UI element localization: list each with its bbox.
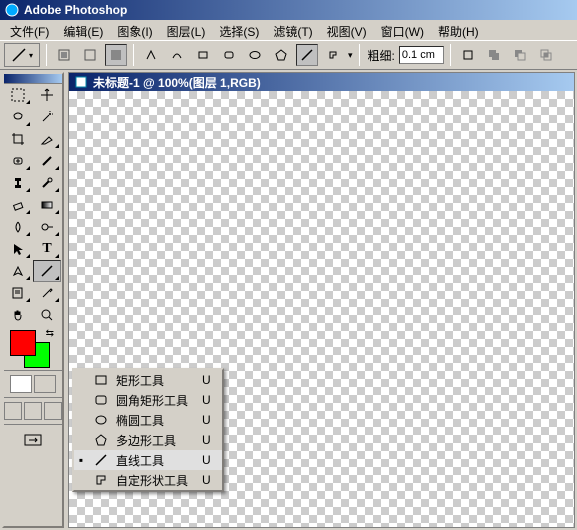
flyout-item-rounded-rectangle[interactable]: 圆角矩形工具 U <box>74 390 222 410</box>
slice-tool[interactable] <box>33 128 61 150</box>
rounded-rect-icon[interactable] <box>218 44 240 66</box>
document-title: 未标题-1 @ 100%(图层 1,RGB) <box>93 74 261 91</box>
line-icon <box>92 453 110 467</box>
menu-select[interactable]: 选择(S) <box>213 22 265 38</box>
flyout-item-rectangle[interactable]: 矩形工具 U <box>74 370 222 390</box>
jump-to-imageready-icon[interactable] <box>19 429 47 451</box>
screen-full-icon[interactable] <box>44 402 62 420</box>
menu-edit[interactable]: 编辑(E) <box>57 22 109 38</box>
shape-layers-icon[interactable] <box>53 44 75 66</box>
options-bar: ▾ ▾ 粗细: <box>0 40 577 70</box>
polygon-icon <box>92 433 110 447</box>
pen-tool[interactable] <box>4 260 32 282</box>
separator <box>359 44 360 66</box>
screen-fullmenu-icon[interactable] <box>24 402 42 420</box>
crop-tool[interactable] <box>4 128 32 150</box>
menu-layer[interactable]: 图层(L) <box>161 22 212 38</box>
rectangle-icon[interactable] <box>192 44 214 66</box>
eraser-tool[interactable] <box>4 194 32 216</box>
rectangle-icon <box>92 373 110 387</box>
eyedropper-tool[interactable] <box>33 282 61 304</box>
flyout-item-line[interactable]: ▪ 直线工具 U <box>74 450 222 470</box>
line-icon[interactable] <box>296 44 318 66</box>
move-tool[interactable] <box>33 84 61 106</box>
dodge-tool[interactable] <box>33 216 61 238</box>
color-picker-area: ⇆ <box>4 326 62 370</box>
freeform-pen-icon[interactable] <box>166 44 188 66</box>
history-brush-tool[interactable] <box>33 172 61 194</box>
main-area: T ⇆ 未标题 <box>0 70 577 530</box>
title-bar: Adobe Photoshop <box>0 0 577 20</box>
foreground-color[interactable] <box>10 330 36 356</box>
paths-icon[interactable] <box>79 44 101 66</box>
ellipse-icon[interactable] <box>244 44 266 66</box>
menu-bar: 文件(F) 编辑(E) 图象(I) 图层(L) 选择(S) 滤镜(T) 视图(V… <box>0 20 577 40</box>
quickmask-mode-icon[interactable] <box>34 375 56 393</box>
tool-preset-picker[interactable]: ▾ <box>4 43 40 67</box>
marquee-tool[interactable] <box>4 84 32 106</box>
weight-label: 粗细: <box>368 47 395 64</box>
type-tool[interactable]: T <box>33 238 61 260</box>
zoom-tool[interactable] <box>33 304 61 326</box>
mode-intersect-icon[interactable] <box>535 44 557 66</box>
selected-mark-icon: ▪ <box>76 453 86 467</box>
menu-image[interactable]: 图象(I) <box>111 22 158 38</box>
mode-subtract-icon[interactable] <box>509 44 531 66</box>
heal-tool[interactable] <box>4 150 32 172</box>
document-title-bar[interactable]: 未标题-1 @ 100%(图层 1,RGB) <box>69 73 574 91</box>
blur-tool[interactable] <box>4 216 32 238</box>
gradient-tool[interactable] <box>33 194 61 216</box>
screen-standard-icon[interactable] <box>4 402 22 420</box>
menu-filter[interactable]: 滤镜(T) <box>267 22 318 38</box>
brush-tool[interactable] <box>33 150 61 172</box>
custom-shape-icon <box>92 473 110 487</box>
app-title: Adobe Photoshop <box>24 3 127 17</box>
polygon-icon[interactable] <box>270 44 292 66</box>
mode-new-icon[interactable] <box>457 44 479 66</box>
toolbox: T ⇆ <box>2 72 64 528</box>
custom-shape-icon[interactable] <box>322 44 344 66</box>
menu-window[interactable]: 窗口(W) <box>375 22 430 38</box>
notes-tool[interactable] <box>4 282 32 304</box>
pen-option-icon[interactable] <box>140 44 162 66</box>
flyout-item-custom-shape[interactable]: 自定形状工具 U <box>74 470 222 490</box>
document-icon <box>73 74 89 90</box>
toolbox-header[interactable] <box>4 74 62 84</box>
flyout-item-ellipse[interactable]: 椭圆工具 U <box>74 410 222 430</box>
menu-file[interactable]: 文件(F) <box>4 22 55 38</box>
weight-input[interactable] <box>399 46 444 64</box>
rounded-rect-icon <box>92 393 110 407</box>
ellipse-icon <box>92 413 110 427</box>
menu-view[interactable]: 视图(V) <box>321 22 373 38</box>
separator <box>450 44 451 66</box>
separator <box>46 44 47 66</box>
swap-colors-icon[interactable]: ⇆ <box>46 328 54 339</box>
shape-tool[interactable] <box>33 260 61 282</box>
stamp-tool[interactable] <box>4 172 32 194</box>
shape-tool-flyout: 矩形工具 U 圆角矩形工具 U 椭圆工具 U 多边形工具 U ▪ 直线工具 U <box>72 368 224 492</box>
app-icon <box>4 2 20 18</box>
flyout-item-polygon[interactable]: 多边形工具 U <box>74 430 222 450</box>
standard-mode-icon[interactable] <box>10 375 32 393</box>
menu-help[interactable]: 帮助(H) <box>432 22 485 38</box>
separator <box>133 44 134 66</box>
lasso-tool[interactable] <box>4 106 32 128</box>
fill-pixels-icon[interactable] <box>105 44 127 66</box>
shape-options-dropdown-icon[interactable]: ▾ <box>348 50 353 61</box>
path-select-tool[interactable] <box>4 238 32 260</box>
wand-tool[interactable] <box>33 106 61 128</box>
mode-add-icon[interactable] <box>483 44 505 66</box>
hand-tool[interactable] <box>4 304 32 326</box>
